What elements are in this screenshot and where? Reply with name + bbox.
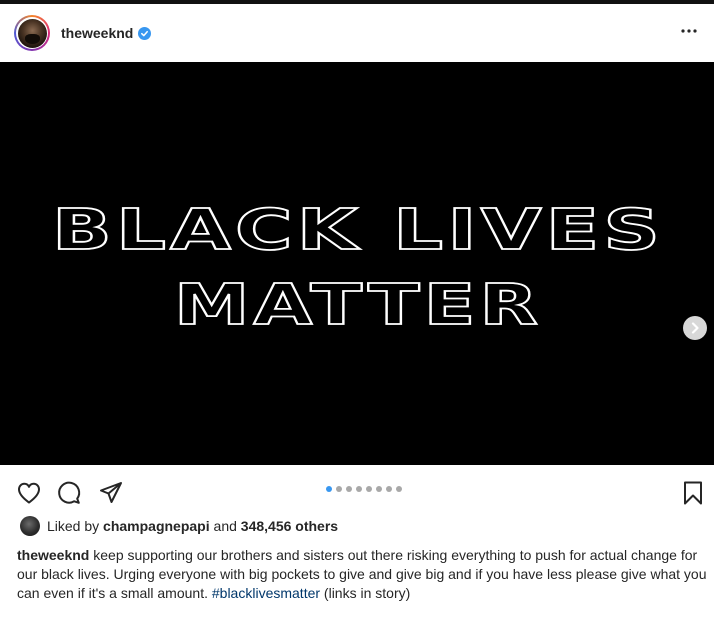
liker-username-link[interactable]: champagnepapi (103, 518, 210, 534)
liker-avatar[interactable] (20, 516, 40, 536)
chevron-right-icon (691, 322, 699, 334)
likes-summary: Liked by champagnepapi and 348,456 other… (20, 515, 338, 537)
likes-prefix: Liked by (47, 518, 100, 534)
carousel-dot (366, 486, 372, 492)
caption-suffix: (links in story) (323, 585, 411, 601)
username-link[interactable]: theweeknd (61, 25, 133, 41)
carousel-dot (346, 486, 352, 492)
carousel-dot (326, 486, 332, 492)
carousel-dot (376, 486, 382, 492)
next-slide-button[interactable] (683, 316, 707, 340)
action-bar (0, 472, 714, 512)
caption-username-link[interactable]: theweeknd (17, 547, 89, 563)
verified-badge-icon (138, 26, 152, 40)
hashtag-link[interactable]: #blacklivesmatter (212, 585, 320, 601)
carousel-dot (386, 486, 392, 492)
post-image[interactable]: BLACK LIVES MATTER (0, 62, 714, 465)
bookmark-icon[interactable] (680, 480, 706, 506)
carousel-dot (336, 486, 342, 492)
carousel-dot (356, 486, 362, 492)
more-options-icon[interactable] (676, 18, 702, 44)
avatar-image (17, 18, 47, 48)
paper-plane-icon[interactable] (98, 480, 124, 506)
heart-icon[interactable] (16, 480, 42, 506)
profile-avatar[interactable] (14, 15, 50, 51)
likes-others-link[interactable]: 348,456 others (241, 518, 338, 534)
carousel-dot (396, 486, 402, 492)
post-caption: theweeknd keep supporting our brothers a… (17, 546, 707, 603)
headline-line-1: BLACK LIVES (52, 198, 664, 263)
carousel-indicator (326, 486, 402, 492)
post-header: theweeknd (0, 4, 714, 62)
likes-connector: and (213, 518, 237, 534)
headline-line-2: MATTER (174, 273, 542, 338)
headline-graphic: BLACK LIVES MATTER (51, 197, 664, 339)
comment-icon[interactable] (56, 480, 82, 506)
